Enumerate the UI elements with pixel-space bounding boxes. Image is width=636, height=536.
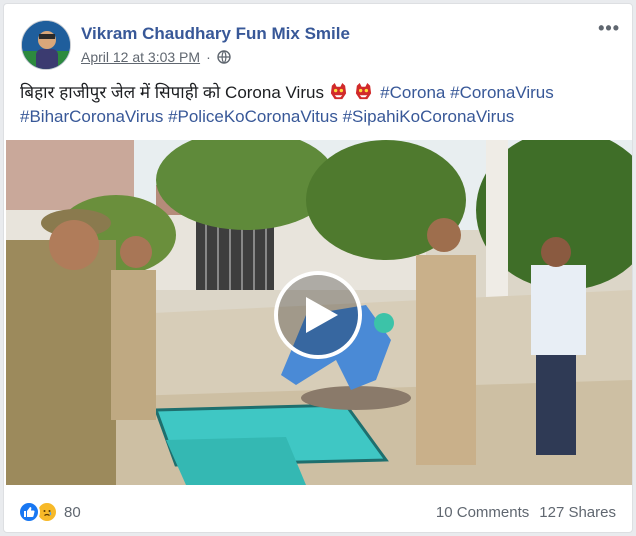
- play-button[interactable]: [274, 271, 362, 359]
- ogre-mask-emoji: [330, 82, 346, 100]
- post-stats: 10 Comments 127 Shares: [436, 504, 616, 521]
- more-options-icon[interactable]: •••: [598, 18, 620, 39]
- globe-icon[interactable]: [217, 50, 231, 64]
- hashtag-link[interactable]: #SipahiKoCoronaVirus: [343, 107, 515, 126]
- meta-separator: ·: [206, 49, 211, 65]
- video-player[interactable]: [6, 140, 632, 485]
- hashtag-link[interactable]: #PoliceKoCoronaVitus: [168, 107, 338, 126]
- hashtag-link[interactable]: #Corona: [380, 83, 445, 102]
- comments-count-link[interactable]: 10 Comments: [436, 504, 529, 521]
- reactions-summary[interactable]: 80: [18, 501, 81, 523]
- author-name[interactable]: Vikram Chaudhary Fun Mix Smile: [81, 24, 350, 44]
- play-icon: [306, 297, 338, 333]
- post-meta: April 12 at 3:03 PM ·: [81, 49, 231, 65]
- author-avatar[interactable]: [21, 20, 71, 70]
- shares-count-link[interactable]: 127 Shares: [539, 504, 616, 521]
- caption-text: बिहार हाजीपुर जेल में सिपाही को Corona V…: [20, 83, 324, 102]
- like-reaction-icon: [18, 501, 40, 523]
- post-card: Vikram Chaudhary Fun Mix Smile April 12 …: [3, 3, 633, 533]
- post-timestamp[interactable]: April 12 at 3:03 PM: [81, 49, 200, 65]
- post-footer: 80 10 Comments 127 Shares: [4, 492, 632, 532]
- reaction-count: 80: [64, 503, 81, 521]
- post-header: Vikram Chaudhary Fun Mix Smile April 12 …: [4, 4, 632, 72]
- hashtag-link[interactable]: #BiharCoronaVirus: [20, 107, 163, 126]
- hashtag-link[interactable]: #CoronaVirus: [450, 83, 554, 102]
- ogre-mask-emoji: [356, 82, 372, 100]
- post-caption: बिहार हाजीपुर जेल में सिपाही को Corona V…: [20, 81, 620, 129]
